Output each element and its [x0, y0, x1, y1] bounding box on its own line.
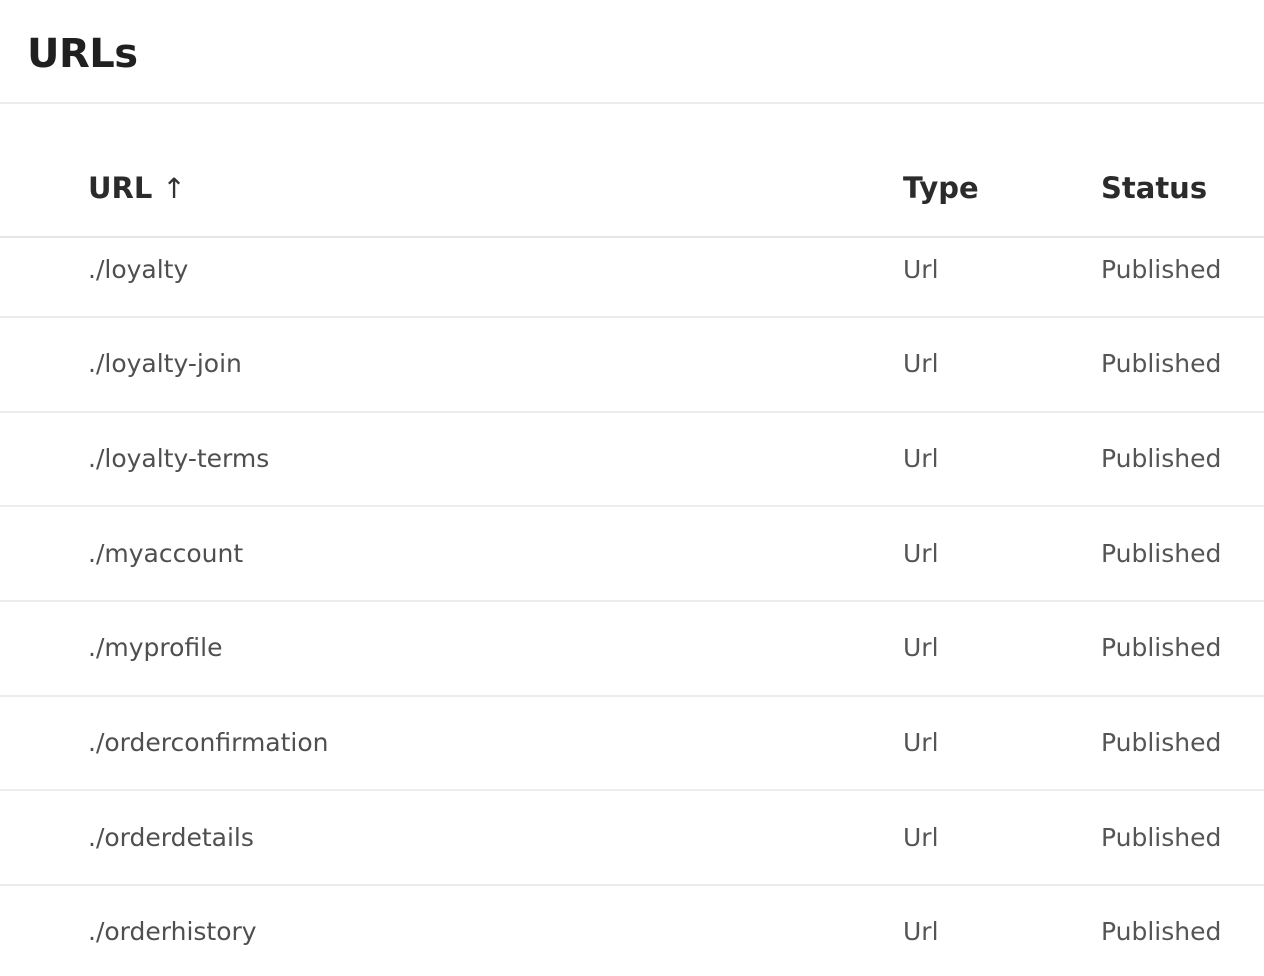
status-cell: Published: [1101, 917, 1222, 947]
type-cell: Url: [903, 444, 939, 474]
status-cell: Published: [1101, 444, 1222, 474]
table-row[interactable]: ./loyalty-terms Url Published: [0, 413, 1264, 508]
url-cell[interactable]: ./myaccount: [88, 537, 243, 571]
url-cell[interactable]: ./orderhistory: [88, 915, 257, 949]
sort-ascending-icon: ↑: [162, 172, 186, 205]
urls-page: URLs URL ↑ Type Status ./loyalty Url Publ…: [0, 0, 1264, 976]
url-cell[interactable]: ./orderdetails: [88, 821, 254, 855]
table-row[interactable]: ./loyalty-join Url Published: [0, 318, 1264, 413]
table-row[interactable]: ./myaccount Url Published: [0, 507, 1264, 603]
type-cell: Url: [903, 349, 939, 379]
title-bar: URLs: [0, 0, 1264, 104]
type-cell: Url: [903, 822, 939, 852]
table-body: ./loyalty Url Published ./loyalty-join U…: [0, 238, 1264, 976]
table-row[interactable]: ./loyalty Url Published: [0, 238, 1264, 318]
table-row[interactable]: ./myprofile Url Published: [0, 602, 1264, 697]
status-cell: Published: [1101, 822, 1222, 852]
url-cell[interactable]: ./loyalty: [88, 253, 188, 287]
status-cell: Published: [1101, 728, 1222, 758]
status-cell: Published: [1101, 538, 1222, 568]
column-header-type[interactable]: Type: [903, 168, 979, 208]
status-cell: Published: [1101, 633, 1222, 663]
column-header-status[interactable]: Status: [1101, 168, 1207, 208]
table-row[interactable]: ./orderconfirmation Url Published: [0, 697, 1264, 792]
column-header-url-label: URL: [88, 171, 153, 205]
url-cell[interactable]: ./myprofile: [88, 631, 223, 665]
url-cell[interactable]: ./loyalty-join: [88, 347, 242, 381]
type-cell: Url: [903, 633, 939, 663]
type-cell: Url: [903, 538, 939, 568]
column-header-url[interactable]: URL ↑: [88, 168, 186, 209]
table-header: URL ↑ Type Status: [0, 140, 1264, 238]
type-cell: Url: [903, 255, 939, 284]
url-cell[interactable]: ./loyalty-terms: [88, 442, 269, 476]
type-cell: Url: [903, 728, 939, 758]
url-cell[interactable]: ./orderconfirmation: [88, 726, 329, 760]
status-cell: Published: [1101, 255, 1222, 284]
table-row[interactable]: ./orderdetails Url Published: [0, 791, 1264, 887]
status-cell: Published: [1101, 349, 1222, 379]
type-cell: Url: [903, 917, 939, 947]
page-title: URLs: [27, 31, 138, 77]
table-row[interactable]: ./orderhistory Url Published: [0, 886, 1264, 976]
